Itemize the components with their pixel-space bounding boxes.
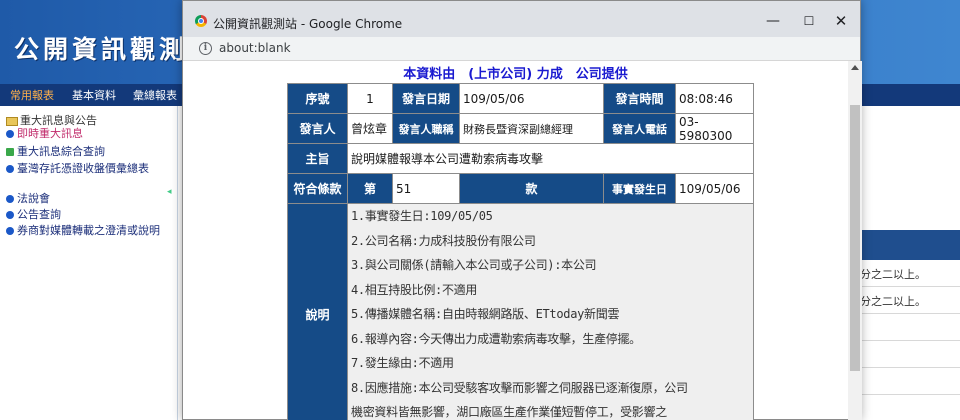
desc-line: 8.因應措施:本公司受駭客攻擊而影響之伺服器已逐漸復原，公司 xyxy=(351,380,688,395)
sidebar-item-query[interactable]: 重大訊息綜合查詢 xyxy=(6,146,166,158)
window-title: 公開資訊觀測站 - Google Chrome xyxy=(213,17,403,31)
address-bar[interactable]: i about:blank xyxy=(183,37,860,61)
label-speaker: 發言人 xyxy=(287,113,348,144)
label-date: 發言日期 xyxy=(392,83,460,114)
nav-common-reports[interactable]: 常用報表 xyxy=(10,87,54,103)
desc-line: 3.與公司關係(請輸入本公司或子公司):本公司 xyxy=(351,258,597,272)
page-content: 本資料由 (上市公司) 力成 公司提供 序號 1 發言日期 109/05/06 … xyxy=(183,61,848,420)
chrome-icon xyxy=(195,15,207,27)
bullet-icon xyxy=(6,211,14,219)
label-clause: 符合條款 xyxy=(287,173,348,204)
minimize-icon[interactable]: — xyxy=(755,9,791,33)
row-text: 分之二以上。 xyxy=(860,295,926,308)
table-row: 序號 1 發言日期 109/05/06 發言時間 08:08:46 xyxy=(287,83,754,114)
table-row: 發言人 曾炫章 發言人職稱 財務長暨資深副總經理 發言人電話 03-598030… xyxy=(287,113,754,144)
label-di: 第 xyxy=(347,173,393,204)
desc-line: 2.公司名稱:力成科技股份有限公司 xyxy=(351,233,536,248)
close-icon[interactable]: ✕ xyxy=(823,9,859,33)
scroll-up-icon[interactable] xyxy=(851,65,859,70)
sidebar-item-tdr[interactable]: 臺灣存託憑證收盤價彙總表 xyxy=(6,163,166,175)
bullet-icon xyxy=(6,227,14,235)
value-date: 109/05/06 xyxy=(459,83,604,114)
bullet-icon xyxy=(6,165,14,173)
nav-summary-reports[interactable]: 彙總報表 xyxy=(133,87,177,103)
label-seq: 序號 xyxy=(287,83,348,114)
label-phone: 發言人電話 xyxy=(603,113,676,144)
table-row: 符合條款 第 51 款 事實發生日 109/05/06 xyxy=(287,173,754,204)
collapse-arrow-icon[interactable]: ◂ xyxy=(167,187,172,197)
sidebar-item-realtime[interactable]: 即時重大訊息 xyxy=(6,128,166,140)
sidebar-section[interactable]: 重大訊息與公告 xyxy=(6,112,97,128)
value-phone: 03-5980300 xyxy=(675,113,754,144)
label-subject: 主旨 xyxy=(287,143,348,174)
value-speaker: 曾炫章 xyxy=(347,113,393,144)
title-bar[interactable]: 公開資訊觀測站 - Google Chrome — ☐ ✕ xyxy=(183,1,860,37)
desc-line: 機密資料皆無影響，湖口廠區生產作業僅短暫停工，受影響之 xyxy=(351,405,667,419)
desc-line: 6.報導內容:今天傳出力成遭勒索病毒攻擊，生產停擺。 xyxy=(351,331,641,346)
popup-window: 公開資訊觀測站 - Google Chrome — ☐ ✕ i about:bl… xyxy=(182,0,862,420)
folder-icon xyxy=(6,116,18,126)
maximize-icon[interactable]: ☐ xyxy=(791,9,827,33)
value-event-date: 109/05/06 xyxy=(675,173,754,204)
value-time: 08:08:46 xyxy=(675,83,754,114)
label-speaker-title: 發言人職稱 xyxy=(392,113,460,144)
value-subject: 說明媒體報導本公司遭勒索病毒攻擊 xyxy=(347,143,754,174)
desc-line: 5.傳播媒體名稱:自由時報網路版、ETtoday新聞雲 xyxy=(351,307,620,321)
value-seq: 1 xyxy=(347,83,393,114)
scrollbar[interactable] xyxy=(848,61,862,420)
bullet-icon xyxy=(6,130,14,138)
desc-line: 1.事實發生日:109/05/05 xyxy=(351,209,493,223)
table-row: 主旨 說明媒體報導本公司遭勒索病毒攻擊 xyxy=(287,143,754,174)
label-kuan: 款 xyxy=(459,173,604,204)
scroll-thumb[interactable] xyxy=(850,105,860,371)
desc-line: 4.相互持股比例:不適用 xyxy=(351,282,478,297)
sidebar-item-conference[interactable]: 法說會 xyxy=(6,193,166,205)
label-desc: 說明 xyxy=(287,203,348,420)
table-row: 說明 1.事實發生日:109/05/05 2.公司名稱:力成科技股份有限公司 3… xyxy=(287,203,754,420)
provider-line: 本資料由 (上市公司) 力成 公司提供 xyxy=(403,67,628,82)
label-event-date: 事實發生日 xyxy=(603,173,676,204)
value-speaker-title: 財務長暨資深副總經理 xyxy=(459,113,604,144)
sidebar-item-clarification[interactable]: 券商對媒體轉載之澄清或說明 xyxy=(6,225,166,237)
info-icon[interactable]: i xyxy=(199,42,212,55)
desc-line: 7.發生緣由:不適用 xyxy=(351,356,454,370)
arrow-icon xyxy=(6,148,14,156)
value-clause: 51 xyxy=(392,173,460,204)
description-cell: 1.事實發生日:109/05/05 2.公司名稱:力成科技股份有限公司 3.與公… xyxy=(347,203,754,420)
url-text[interactable]: about:blank xyxy=(219,41,291,55)
row-text: 分之二以上。 xyxy=(860,268,926,281)
announcement-table: 序號 1 發言日期 109/05/06 發言時間 08:08:46 發言人 曾炫… xyxy=(287,83,754,420)
label-time: 發言時間 xyxy=(603,83,676,114)
nav-basic-data[interactable]: 基本資料 xyxy=(72,87,116,103)
bullet-icon xyxy=(6,195,14,203)
sidebar-item-announcement[interactable]: 公告查詢 xyxy=(6,209,166,221)
